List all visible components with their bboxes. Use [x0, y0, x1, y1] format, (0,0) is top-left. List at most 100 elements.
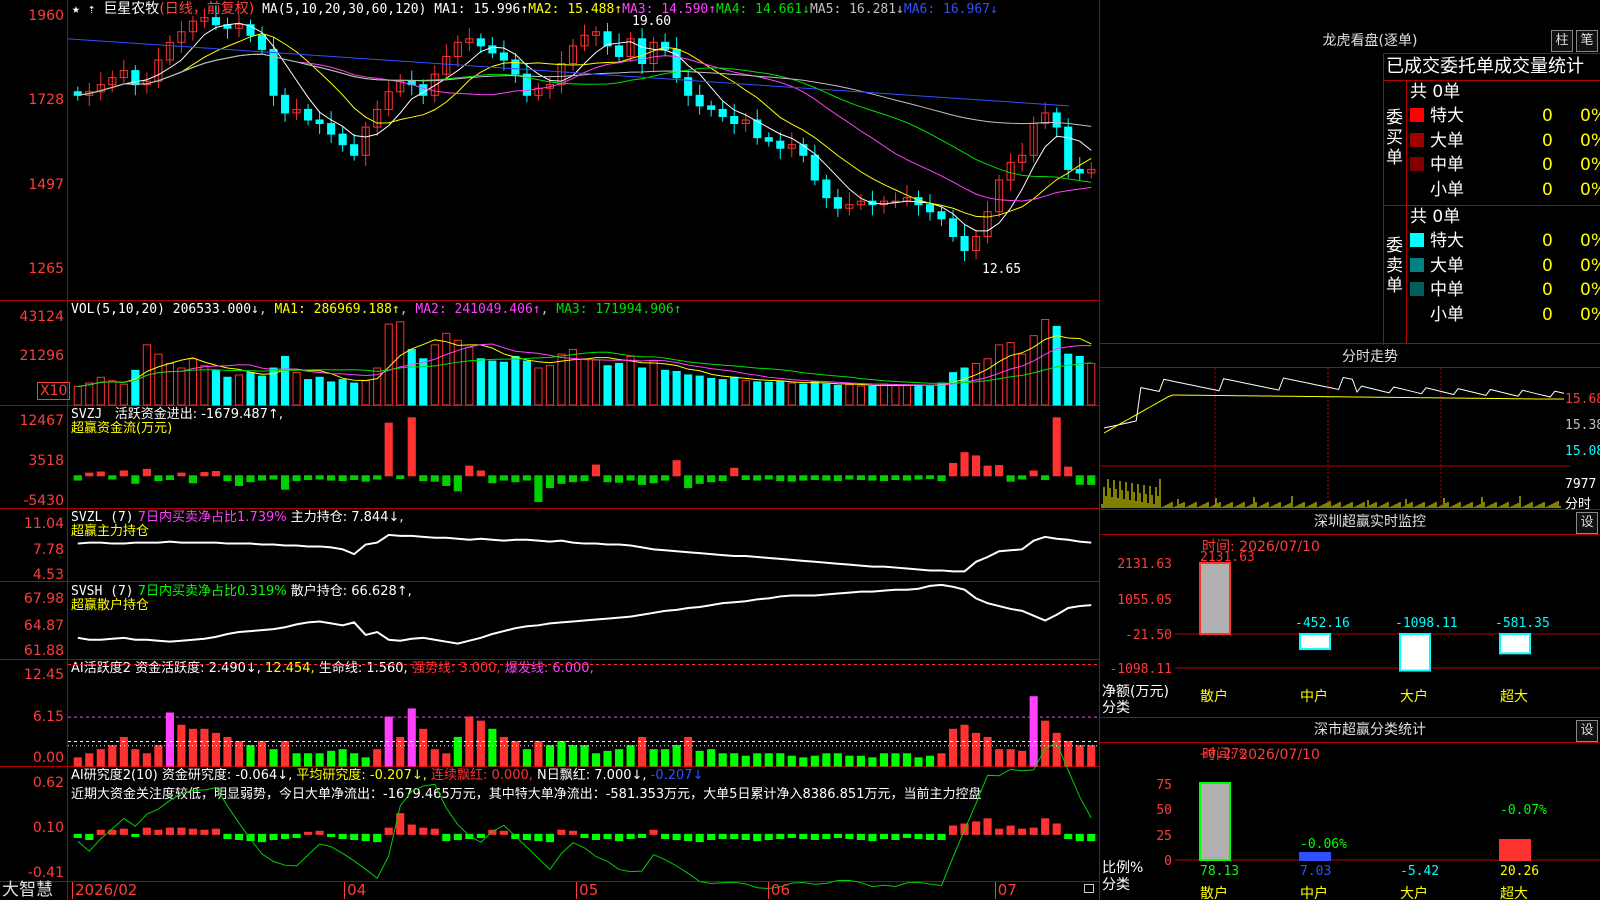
bar [131, 369, 140, 406]
bar [534, 475, 543, 503]
bar [200, 829, 209, 835]
bar [177, 724, 186, 767]
bar [188, 475, 197, 484]
candle-body [718, 108, 727, 117]
candle-body [499, 52, 508, 61]
bar [856, 833, 865, 841]
bar [776, 475, 785, 482]
bar [649, 360, 658, 406]
bar [361, 833, 370, 842]
chart-area[interactable]: ★ ⇡ 巨星农牧(日线，前复权) MA(5,10,20,30,60,120) M… [0, 0, 1100, 900]
candle-body [799, 144, 808, 156]
intraday-avg-line [1103, 394, 1564, 434]
bar [983, 465, 992, 477]
order-type: 特大 [1430, 231, 1464, 251]
buy-row: 大单 0 0% [1410, 129, 1600, 153]
lock-icon[interactable] [1084, 884, 1094, 893]
bar [534, 367, 543, 406]
bar [580, 833, 589, 838]
volume-chart[interactable] [68, 301, 1099, 406]
ma-line [67, 38, 1070, 107]
order-percent: 0% [1580, 255, 1600, 276]
time-axis[interactable]: 2026/02 04 05 06 07 [68, 881, 1099, 900]
bar [638, 833, 647, 838]
y-label: -0.41 [27, 865, 64, 881]
app-logo[interactable]: 大智慧 [2, 881, 53, 900]
bar [257, 475, 267, 481]
y-label: 6.15 [32, 709, 64, 725]
bar [545, 365, 555, 406]
fund-flow-chart[interactable] [68, 406, 1099, 508]
bar [845, 384, 854, 406]
sz-monitor-chart[interactable]: 2131.63 1055.05 -21.50 -1098.11 2131.63 -452.… [1100, 550, 1600, 705]
ai-research-chart[interactable] [68, 742, 1099, 890]
intraday-chart[interactable] [1100, 368, 1570, 508]
bar [799, 383, 808, 406]
main-holding-chart[interactable] [68, 509, 1099, 581]
bar [315, 376, 324, 406]
bar [741, 475, 750, 481]
bar [522, 360, 531, 406]
bar [327, 833, 336, 837]
bar [373, 475, 382, 480]
bar [488, 360, 497, 406]
bar [1006, 749, 1015, 767]
bar [960, 452, 969, 477]
bar [522, 475, 531, 481]
y-label: 12467 [19, 413, 64, 429]
bar [649, 749, 658, 767]
bar [315, 753, 324, 767]
buy-total: 共 0单 [1410, 82, 1461, 102]
bar [776, 380, 785, 406]
retail-holding-chart[interactable] [68, 582, 1099, 659]
bar [85, 472, 94, 477]
bar [580, 745, 589, 767]
ai-active-chart[interactable] [68, 660, 1099, 767]
candlestick-chart[interactable] [67, 0, 1099, 300]
time-axis-label: 05 [576, 882, 598, 899]
order-percent: 0% [1580, 130, 1600, 151]
bar [280, 833, 290, 840]
bar [350, 753, 359, 767]
sc-settings-button[interactable]: 设 [1576, 720, 1598, 742]
bar [246, 475, 255, 483]
ma-line [77, 22, 1092, 232]
bar [638, 475, 647, 485]
candle-body [925, 204, 935, 213]
bar [753, 753, 762, 767]
y-label: 11.04 [23, 516, 64, 532]
bar-view-button[interactable]: 柱 [1551, 30, 1573, 52]
bar [741, 833, 750, 841]
bar [856, 385, 865, 406]
bar [948, 728, 958, 767]
bar [499, 475, 508, 481]
bar [661, 833, 670, 840]
bar [327, 750, 336, 767]
bar [810, 381, 819, 406]
order-percent: 0% [1580, 231, 1600, 251]
bar [257, 375, 267, 406]
tick-view-button[interactable]: 笔 [1576, 30, 1598, 52]
bar [557, 741, 566, 767]
bar [914, 833, 923, 840]
sc-stat-chart[interactable]: 75 50 25 0 +0.27% -0.06% -0.07% 78.13 7.03 -5.42 2… [1100, 747, 1600, 900]
candle-body [476, 38, 485, 47]
bar [280, 741, 290, 767]
bar [972, 821, 981, 835]
sz-y-label: 1055.05 [1117, 593, 1172, 608]
intraday-price-line [1103, 376, 1565, 429]
bar [937, 833, 946, 841]
candle-body [695, 94, 704, 107]
bar [430, 749, 439, 767]
bar [833, 833, 842, 838]
bar [361, 380, 370, 406]
bar [338, 833, 347, 840]
sz-settings-button[interactable]: 设 [1576, 512, 1598, 534]
bar [304, 753, 313, 767]
bar [902, 753, 912, 767]
bar [234, 475, 244, 486]
bar [200, 472, 209, 477]
bar [995, 465, 1004, 477]
bar [972, 455, 981, 477]
bar [108, 380, 117, 406]
